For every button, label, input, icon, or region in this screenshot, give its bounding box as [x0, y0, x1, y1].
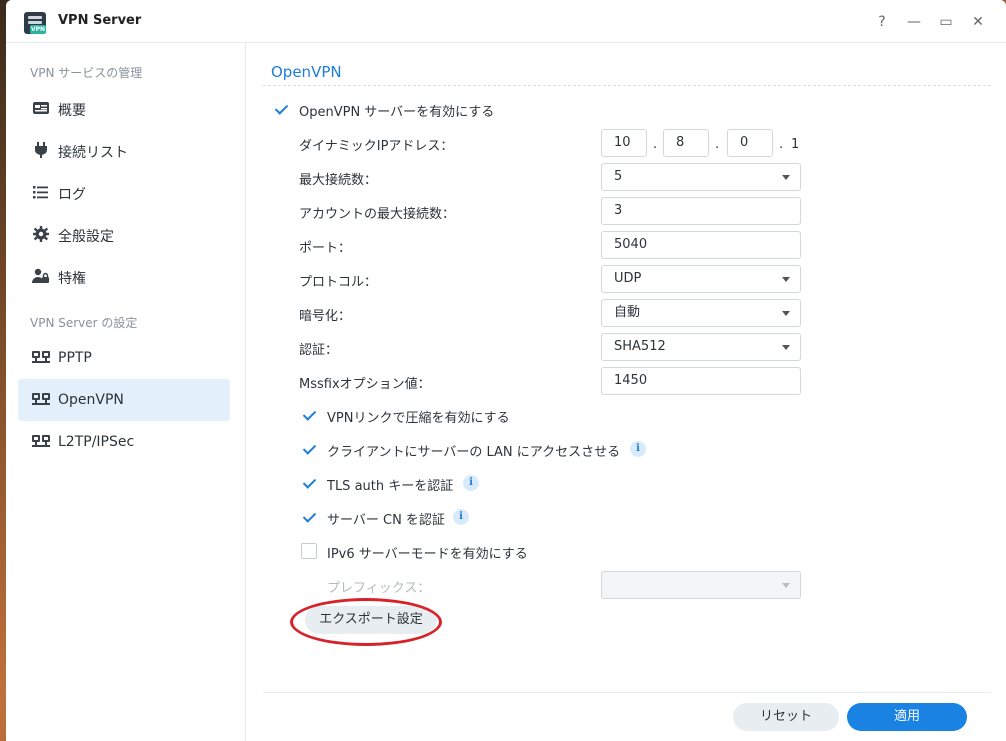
sidebar-item-label: 全般設定: [58, 229, 114, 245]
window-title: VPN Server: [58, 13, 142, 28]
sidebar-section-vpn-server-settings: VPN Server の設定: [30, 316, 138, 330]
maximize-icon[interactable]: ▭: [936, 13, 956, 31]
protocol-label: プロトコル：: [299, 275, 378, 290]
sidebar-item-pptp[interactable]: PPTP: [18, 337, 230, 379]
sidebar-item-label: 概要: [58, 103, 86, 119]
dynamic-ip-octet-2[interactable]: 8: [663, 129, 709, 157]
list-icon: [33, 186, 48, 199]
ipv6-server-mode-label: IPv6 サーバーモードを有効にする: [327, 547, 528, 562]
apply-button[interactable]: 適用: [847, 703, 967, 731]
tls-auth-label: TLS auth キーを認証: [327, 479, 454, 494]
chevron-down-icon: [782, 583, 790, 588]
user-lock-icon: [32, 268, 49, 283]
encryption-label: 暗号化：: [299, 309, 352, 324]
overview-icon: [33, 102, 49, 114]
account-max-connections-input[interactable]: 3: [601, 197, 801, 225]
encryption-select[interactable]: 自動: [601, 299, 801, 327]
sidebar-item-l2tp-ipsec[interactable]: L2TP/IPSec: [18, 421, 230, 463]
sidebar-item-label: OpenVPN: [58, 392, 124, 408]
footer-divider: [263, 692, 991, 693]
app-icon-tag: VPN: [30, 25, 46, 34]
dynamic-ip-octet-4: 1: [791, 137, 800, 152]
sidebar-item-label: ログ: [58, 187, 86, 203]
protocol-value: UDP: [614, 271, 642, 286]
allow-lan-access-label: クライアントにサーバーの LAN にアクセスさせる: [327, 445, 621, 460]
prefix-select: [601, 571, 801, 599]
minimize-icon[interactable]: —: [904, 13, 924, 31]
dynamic-ip-octet-1[interactable]: 10: [601, 129, 647, 157]
info-icon[interactable]: i: [453, 509, 469, 525]
sidebar-item-label: L2TP/IPSec: [58, 434, 135, 450]
sidebar-section-vpn-services: VPN サービスの管理: [30, 66, 143, 80]
authentication-value: SHA512: [614, 339, 666, 354]
mssfix-label: Mssfixオプション値：: [299, 377, 431, 392]
close-icon[interactable]: ✕: [968, 13, 988, 31]
protocol-select[interactable]: UDP: [601, 265, 801, 293]
network-icon: [32, 393, 50, 405]
dynamic-ip-label: ダイナミックIPアドレス：: [299, 139, 454, 154]
info-icon[interactable]: i: [463, 475, 479, 491]
sidebar-item-overview[interactable]: 概要: [18, 87, 230, 129]
section-divider: [263, 85, 991, 86]
plug-icon: [35, 142, 47, 158]
allow-lan-access-checkbox[interactable]: [301, 441, 317, 457]
port-input[interactable]: 5040: [601, 231, 801, 259]
max-connections-select[interactable]: 5: [601, 163, 801, 191]
ip-separator: .: [715, 137, 720, 152]
sidebar-item-label: 特権: [58, 271, 86, 287]
sidebar-item-connection-list[interactable]: 接続リスト: [18, 129, 230, 171]
title-bar: VPN VPN Server ? — ▭ ✕: [6, 0, 1006, 43]
info-icon[interactable]: i: [630, 441, 646, 457]
compression-label: VPNリンクで圧縮を有効にする: [327, 411, 510, 426]
chevron-down-icon: [782, 311, 790, 316]
vpn-server-app-icon: VPN: [24, 12, 46, 34]
ip-separator: .: [779, 137, 784, 152]
section-title: OpenVPN: [271, 63, 342, 81]
encryption-value: 自動: [614, 305, 641, 320]
dynamic-ip-octet-3[interactable]: 0: [727, 129, 773, 157]
account-max-connections-label: アカウントの最大接続数：: [299, 207, 456, 222]
sidebar-item-label: PPTP: [58, 350, 92, 366]
sidebar-item-openvpn[interactable]: OpenVPN: [18, 379, 230, 421]
authentication-select[interactable]: SHA512: [601, 333, 801, 361]
chevron-down-icon: [782, 345, 790, 350]
sidebar-item-log[interactable]: ログ: [18, 171, 230, 213]
compression-checkbox[interactable]: [301, 407, 317, 423]
vpn-server-window: VPN VPN Server ? — ▭ ✕ VPN サービスの管理 概要 接続…: [6, 0, 1006, 741]
sidebar-item-privileges[interactable]: 特権: [18, 255, 230, 297]
reset-button[interactable]: リセット: [733, 703, 839, 731]
sidebar: VPN サービスの管理 概要 接続リスト ログ 全般設定 特権 VPN Serv…: [6, 43, 246, 741]
help-icon[interactable]: ?: [872, 13, 892, 31]
chevron-down-icon: [782, 175, 790, 180]
gear-icon: [33, 226, 49, 242]
tls-auth-checkbox[interactable]: [301, 475, 317, 491]
max-connections-label: 最大接続数：: [299, 173, 378, 188]
chevron-down-icon: [782, 277, 790, 282]
ip-separator: .: [653, 137, 658, 152]
enable-openvpn-checkbox[interactable]: [273, 101, 289, 117]
verify-server-cn-label: サーバー CN を認証: [327, 513, 445, 528]
enable-openvpn-label: OpenVPN サーバーを有効にする: [299, 105, 495, 120]
sidebar-item-label: 接続リスト: [58, 145, 128, 161]
max-connections-value: 5: [614, 169, 623, 184]
port-label: ポート：: [299, 241, 352, 256]
authentication-label: 認証：: [299, 343, 339, 358]
network-icon: [32, 351, 50, 363]
mssfix-input[interactable]: 1450: [601, 367, 801, 395]
ipv6-server-mode-checkbox[interactable]: [301, 543, 317, 559]
annotation-highlight-circle: [290, 598, 442, 646]
verify-server-cn-checkbox[interactable]: [301, 509, 317, 525]
network-icon: [32, 435, 50, 447]
sidebar-item-general-settings[interactable]: 全般設定: [18, 213, 230, 255]
prefix-label: プレフィックス：: [327, 581, 431, 596]
openvpn-settings-panel: OpenVPN OpenVPN サーバーを有効にする ダイナミックIPアドレス：…: [247, 43, 1006, 741]
